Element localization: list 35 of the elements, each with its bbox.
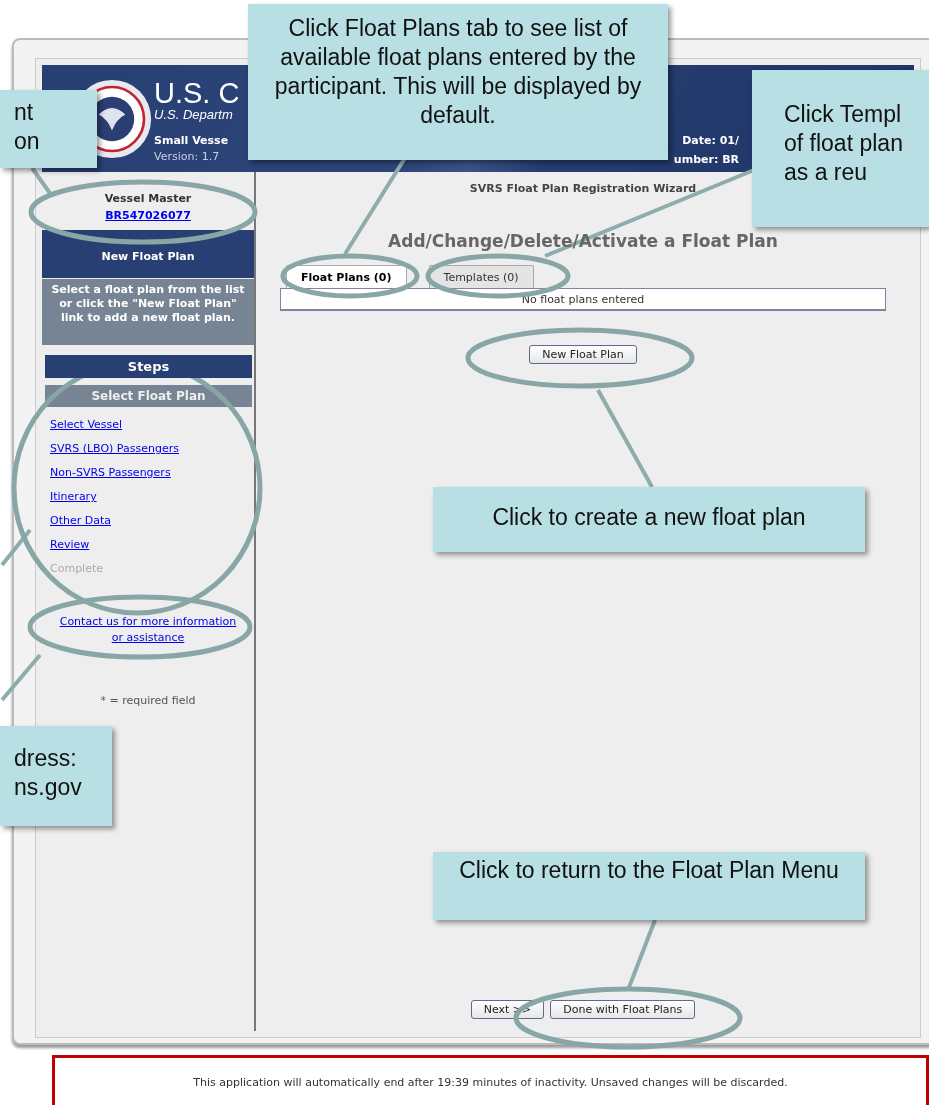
callout-note: Click Float Plans tab to see list of available float plans entered by the participant. This will be displayed by default. [248, 4, 668, 160]
version-label: Version: 1.7 [154, 150, 221, 163]
tab[interactable]: Float Plans (0) [286, 265, 407, 288]
role-label: Vessel Master [104, 192, 192, 205]
application-name: Small Vesse [154, 134, 230, 147]
leader-line [0, 528, 32, 567]
step-link[interactable]: Review [50, 538, 90, 552]
step-link[interactable]: SVRS (LBO) Passengers [50, 442, 179, 456]
nav-button[interactable]: Done with Float Plans [550, 1000, 696, 1019]
callout-note: Click to create a new float plan [433, 487, 865, 552]
department-name: U.S. Departm [154, 107, 234, 122]
tab[interactable]: Templates (0) [428, 265, 534, 288]
required-note: * = required field [100, 694, 196, 707]
timeout-notice: This application will automatically end after 19:39 minutes of inactivity. Unsaved changes will be discarded. [52, 1055, 929, 1105]
step-link[interactable]: Other Data [50, 514, 111, 528]
step-link[interactable]: Itinerary [50, 490, 97, 504]
leader-line [0, 653, 42, 702]
contact-link[interactable]: Contact us for more information or assistance [58, 614, 238, 646]
account-link[interactable]: BR547026077 [105, 209, 191, 222]
callout-note: Click to return to the Float Plan Menu [433, 852, 865, 920]
callout-note: nt on [0, 90, 97, 168]
step-link[interactable]: Select Vessel [50, 418, 123, 432]
agency-title: U.S. C [154, 79, 240, 107]
steps-header: Steps [45, 355, 252, 378]
new-float-plan-button[interactable]: New Float Plan [529, 345, 637, 364]
section-title: New Float Plan [42, 230, 254, 278]
number-label: umber: BR [673, 153, 739, 166]
instructions-text: Select a float plan from the list or click the "New Float Plan" link to add a new float plan. [42, 279, 254, 345]
date-label: Date: 01/ [682, 134, 739, 147]
current-step-label: Select Float Plan [45, 385, 252, 407]
step-label: Complete [50, 562, 103, 576]
wizard-title: SVRS Float Plan Registration Wizard [469, 182, 697, 195]
callout-note: Click Templ of float plan as a reu [752, 70, 929, 227]
step-link[interactable]: Non-SVRS Passengers [50, 466, 171, 480]
callout-note: dress: ns.gov [0, 726, 112, 826]
